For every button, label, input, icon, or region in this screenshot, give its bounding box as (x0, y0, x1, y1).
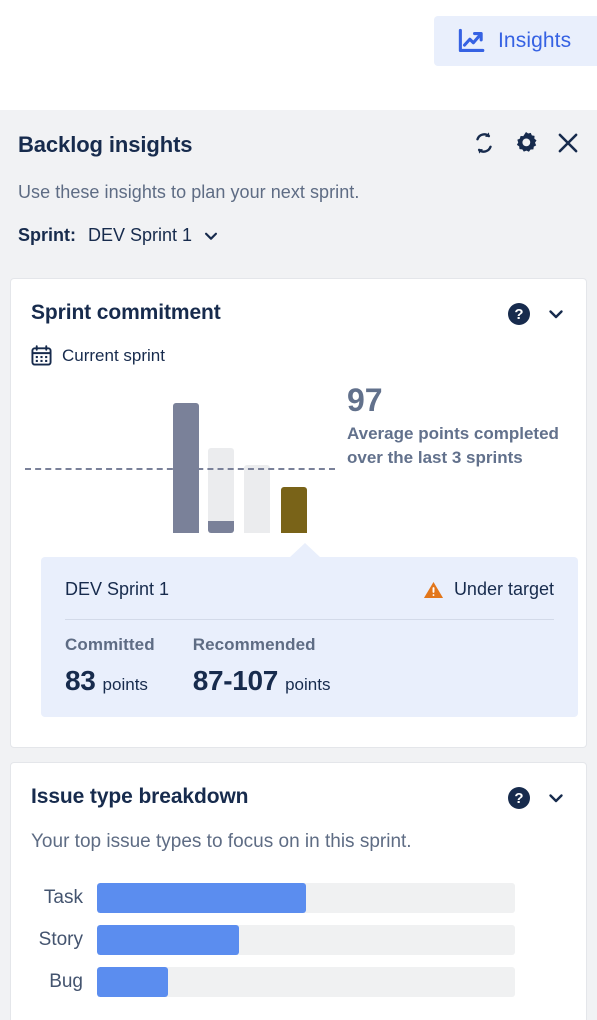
chevron-down-icon[interactable] (546, 788, 566, 808)
chart-bar-sprint-2 (208, 448, 234, 533)
issue-type-breakdown-title: Issue type breakdown (31, 785, 249, 808)
committed-metric: Committed 83 points (65, 635, 155, 697)
top-bar: Insights (0, 0, 597, 110)
chevron-down-icon[interactable] (546, 304, 566, 324)
sprint-commitment-actions: ? (508, 303, 566, 325)
sprint-commitment-tooltip: DEV Sprint 1 Under target Committed 83 p… (41, 543, 578, 717)
average-points-description: Average points completed over the last 3… (347, 423, 559, 468)
sprint-dropdown-value: DEV Sprint 1 (88, 225, 193, 245)
bar-segment-completed (208, 521, 234, 533)
recommended-unit: points (285, 675, 331, 694)
sprint-selector-row: Sprint: DEV Sprint 1 (18, 225, 579, 246)
issue-type-row: Bug (31, 967, 586, 997)
issue-type-bar-track (97, 967, 515, 997)
issue-type-row: Task (31, 883, 586, 913)
committed-value-row: 83 points (65, 665, 155, 697)
average-points-stat: 97 Average points completed over the las… (347, 382, 562, 471)
committed-unit: points (102, 675, 148, 694)
issue-type-label: Task (43, 887, 83, 908)
issue-type-breakdown-actions: ? (508, 787, 566, 809)
committed-value: 83 (65, 665, 96, 696)
issue-type-breakdown-card: Issue type breakdown ? Your top issue ty… (10, 762, 587, 1020)
issue-type-bar-fill (97, 925, 240, 955)
issue-type-bar-fill (97, 883, 306, 913)
recommended-label: Recommended (192, 635, 316, 654)
tooltip-sprint-name: DEV Sprint 1 (65, 579, 170, 599)
help-icon[interactable]: ? (508, 787, 530, 809)
issue-type-bar-list: Task Story Bug (11, 883, 586, 997)
sprint-commitment-card: Sprint commitment ? Current sprint 97 Av… (10, 278, 587, 748)
sprint-commitment-title: Sprint commitment (31, 301, 221, 324)
help-icon[interactable]: ? (508, 303, 530, 325)
chart-bars (11, 376, 341, 541)
bar-segment-committed (208, 448, 234, 522)
tooltip-arrow (289, 543, 321, 558)
backlog-insights-panel: Backlog insights Use these insights to p… (0, 110, 597, 1020)
issue-type-bar-track (97, 883, 515, 913)
chart-line-up-icon (458, 28, 485, 52)
average-points-value: 97 (347, 382, 383, 418)
issue-type-label: Bug (49, 971, 83, 992)
committed-label: Committed (65, 635, 155, 654)
sprint-commitment-header: Sprint commitment ? (11, 279, 586, 325)
close-icon[interactable] (555, 130, 581, 156)
issue-type-row: Story (31, 925, 586, 955)
target-average-line (25, 468, 335, 470)
status-badge: Under target (423, 579, 554, 600)
recommended-value: 87-107 (192, 665, 279, 696)
issue-type-bar-fill (97, 967, 169, 997)
recommended-metric: Recommended 87-107 points (193, 635, 331, 697)
tooltip-header: DEV Sprint 1 Under target (41, 557, 578, 600)
sprint-commitment-chart: 97 Average points completed over the las… (11, 376, 586, 541)
issue-type-breakdown-description: Your top issue types to focus on in this… (31, 831, 412, 852)
calendar-icon (31, 345, 52, 366)
bar-segment-committed (244, 465, 270, 533)
panel-subtitle: Use these insights to plan your next spr… (18, 182, 360, 202)
tooltip-divider (65, 619, 554, 620)
warning-triangle-icon (423, 581, 443, 598)
panel-header-actions (471, 130, 581, 156)
issue-type-breakdown-header: Issue type breakdown ? (11, 763, 586, 809)
screen: Insights Backlog insights Use these insi… (0, 0, 597, 1020)
chart-bar-current-sprint[interactable] (281, 487, 307, 533)
issue-type-label: Story (38, 929, 83, 950)
current-sprint-tag-label: Current sprint (62, 345, 165, 365)
tooltip-metrics: Committed 83 points Recommended 87-107 p… (65, 635, 330, 697)
sprint-dropdown[interactable]: DEV Sprint 1 (88, 225, 220, 246)
refresh-icon[interactable] (471, 130, 497, 156)
settings-gear-icon[interactable] (513, 130, 539, 156)
current-sprint-tag: Current sprint (11, 345, 586, 366)
chart-bar-sprint-3 (244, 465, 270, 533)
issue-type-bar-track (97, 925, 515, 955)
chevron-down-icon (205, 232, 218, 240)
sprint-label: Sprint: (18, 225, 76, 245)
recommended-value-row: 87-107 points (193, 665, 331, 697)
insights-button-label: Insights (498, 29, 572, 52)
panel-header: Backlog insights Use these insights to p… (0, 110, 597, 246)
status-badge-label: Under target (453, 579, 554, 599)
insights-button[interactable]: Insights (434, 16, 597, 66)
bar-segment-current (281, 487, 307, 533)
